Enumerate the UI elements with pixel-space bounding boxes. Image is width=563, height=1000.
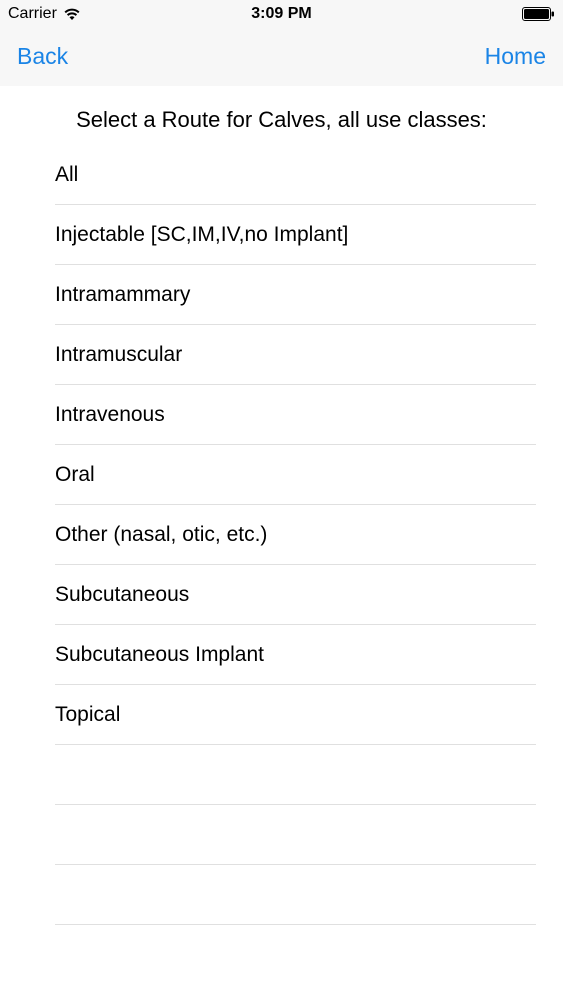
route-item-subcutaneous[interactable]: Subcutaneous — [55, 565, 536, 625]
route-item-injectable[interactable]: Injectable [SC,IM,IV,no Implant] — [55, 205, 536, 265]
navigation-bar: Back Home — [0, 28, 563, 86]
app-screen: Carrier 3:09 PM Back Home Select a Route… — [0, 0, 563, 1000]
status-bar: Carrier 3:09 PM — [0, 0, 563, 28]
route-item-oral[interactable]: Oral — [55, 445, 536, 505]
status-time: 3:09 PM — [251, 5, 312, 22]
back-button[interactable]: Back — [17, 43, 68, 70]
route-item-other[interactable]: Other (nasal, otic, etc.) — [55, 505, 536, 565]
empty-row — [55, 805, 536, 865]
route-item-intramuscular[interactable]: Intramuscular — [55, 325, 536, 385]
home-button[interactable]: Home — [485, 43, 546, 70]
route-item-topical[interactable]: Topical — [55, 685, 536, 745]
route-item-all[interactable]: All — [55, 145, 536, 205]
route-item-intravenous[interactable]: Intravenous — [55, 385, 536, 445]
route-item-subcutaneous-implant[interactable]: Subcutaneous Implant — [55, 625, 536, 685]
empty-row — [55, 865, 536, 925]
route-list: All Injectable [SC,IM,IV,no Implant] Int… — [55, 145, 536, 925]
page-title: Select a Route for Calves, all use class… — [76, 107, 487, 132]
empty-row — [55, 745, 536, 805]
battery-icon — [522, 7, 554, 21]
route-item-intramammary[interactable]: Intramammary — [55, 265, 536, 325]
